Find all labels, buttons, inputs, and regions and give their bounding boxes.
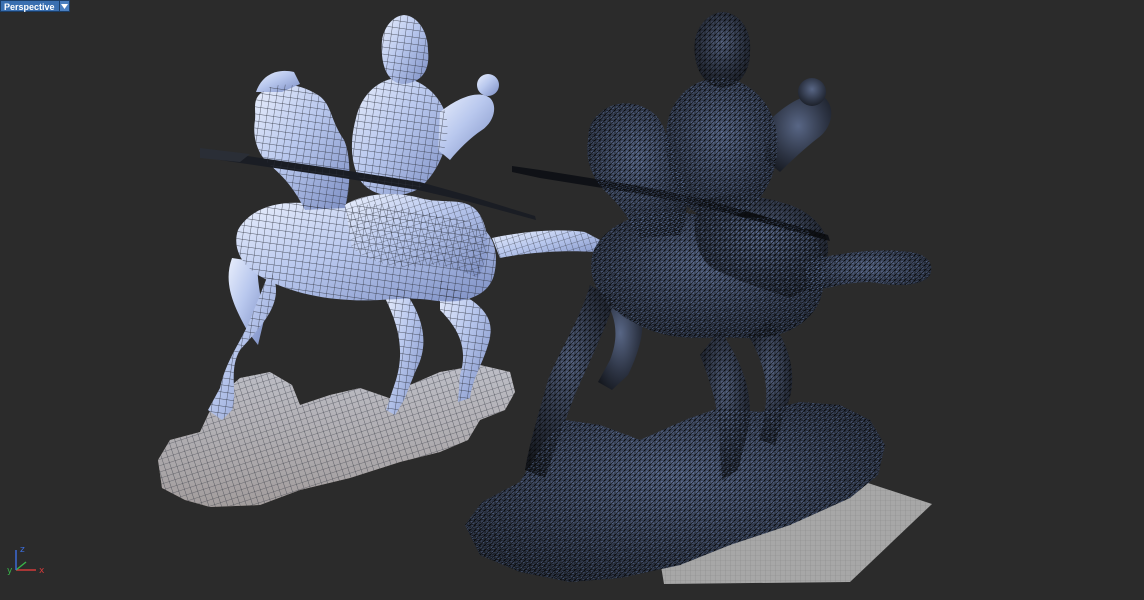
y-axis-line — [15, 561, 27, 571]
y-axis-label: y — [7, 566, 13, 576]
perspective-viewport[interactable]: Perspective x y z — [0, 0, 1144, 600]
viewport-title[interactable]: Perspective — [0, 0, 60, 12]
viewport-tab[interactable]: Perspective — [0, 0, 70, 12]
x-axis-label: x — [39, 566, 45, 576]
chevron-down-icon[interactable] — [59, 0, 70, 12]
z-axis-label: z — [20, 545, 25, 555]
axis-triad: x y z — [7, 545, 45, 576]
3d-scene[interactable] — [0, 0, 1144, 600]
